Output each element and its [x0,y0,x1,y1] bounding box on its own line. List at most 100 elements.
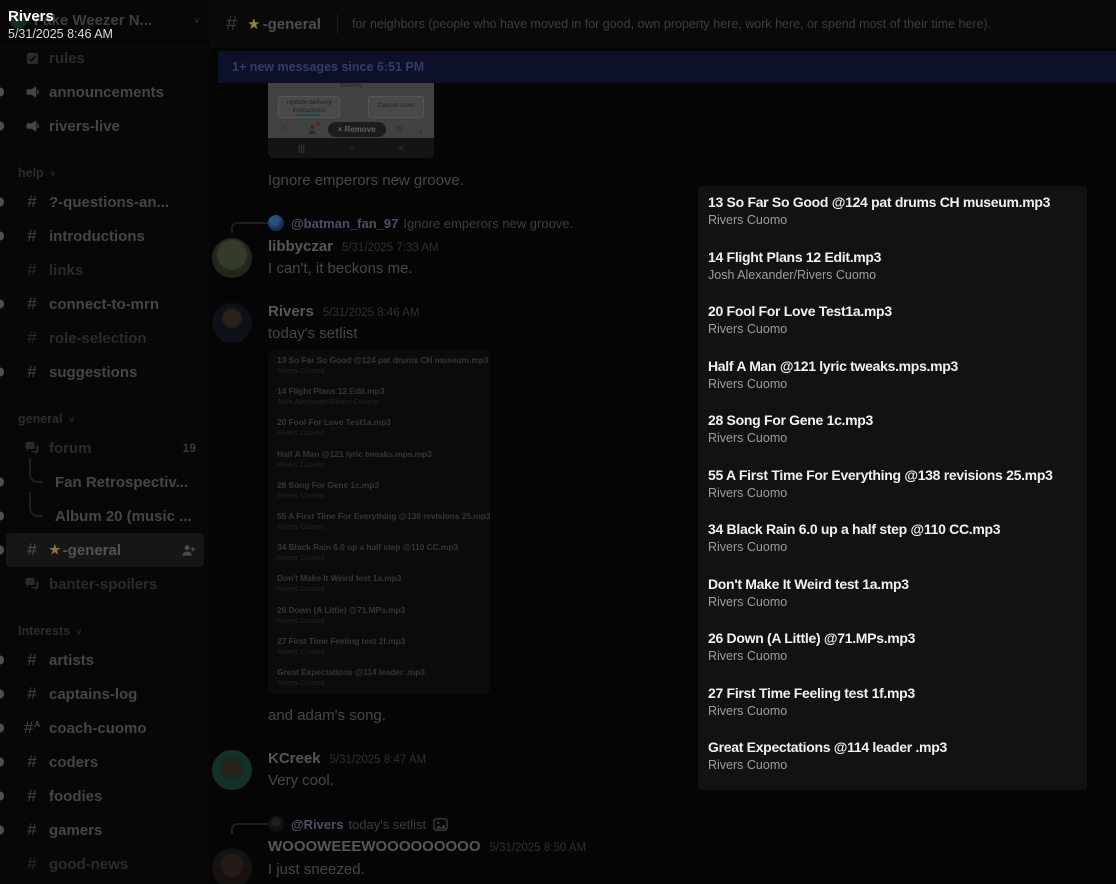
sidebar-item-good-news[interactable]: #good-news [0,847,210,881]
underline [297,114,321,116]
phone-partial-text: delivery [268,82,434,89]
message-header: libbyczar 5/31/2025 7:33 AM [268,238,439,255]
track-artist: Rivers Cuomo [277,491,490,500]
hash-icon: # [22,192,42,212]
megaphone-icon [22,84,42,100]
invite-people-icon[interactable] [181,543,196,558]
username[interactable]: libbyczar [268,238,333,255]
message-text: Ignore emperors new groove. [268,172,464,189]
divider [337,14,338,34]
setlist-track: 20 Fool For Love Test1a.mp3Rivers Cuomo [708,303,1087,358]
recent-apps-icon: ||| [298,143,305,153]
channel-name: artists [49,652,94,669]
avatar[interactable] [212,303,252,343]
sidebar-item-album-20-music[interactable]: Album 20 (music ... [0,499,210,533]
sidebar-item-coders[interactable]: # coders [0,745,210,779]
setlist-track: 13 So Far So Good @124 pat drums CH muse… [277,355,490,386]
setlist-track: 27 First Time Feeling test 1f.mp3Rivers … [277,636,490,667]
timestamp: 5/31/2025 8:47 AM [330,754,427,766]
sidebar-item-role-selection[interactable]: #role-selection [0,321,210,355]
channel-name: links [49,262,83,279]
sidebar-item-announcements[interactable]: announcements [0,75,210,109]
category-general[interactable]: general∨ [0,389,210,431]
reply-context[interactable]: @batman_fan_97 Ignore emperors new groov… [268,214,573,232]
avatar[interactable] [212,238,252,278]
sidebar-item-foodies[interactable]: #foodies [0,779,210,813]
setlist-track: Half A Man @121 lyric tweaks.mps.mp3Rive… [708,358,1087,413]
sidebar-item-banter-spoilers[interactable]: banter-spoilers [0,567,210,601]
hash-icon: # [22,650,42,670]
category-help[interactable]: help∨ [0,143,210,185]
setlist-track: Half A Man @121 lyric tweaks.mps.mp3Rive… [277,449,490,480]
channel-name: banter-spoilers [49,576,157,593]
sidebar-item-gamers[interactable]: #gamers [0,813,210,847]
message-header: WOOOWEEEWOOOOOOOOO 5/31/2025 8:50 AM [268,838,586,855]
setlist-track: 26 Down (A Little) @71.MPs.mp3 Rivers Cuo… [708,630,1087,685]
track-title: 26 Down (A Little) @71.MPs.mp3 [708,630,1087,646]
timestamp: 5/31/2025 8:46 AM [323,307,420,319]
track-title: 34 Black Rain 6.0 up a half step @110 CC… [708,521,1087,537]
hash-icon: # [22,752,42,772]
sidebar-item-suggestions[interactable]: #suggestions [0,355,210,389]
sidebar-item-captains-log[interactable]: #captains-log [0,677,210,711]
username[interactable]: Rivers [268,303,314,320]
attachment-image-phone[interactable]: delivery Update delivery instructions Ca… [268,70,434,158]
new-messages-bar[interactable]: 1+ new messages since 6:51 PM [218,51,1116,83]
track-artist: Rivers Cuomo [708,649,1087,663]
track-artist: Rivers Cuomo [277,678,490,687]
channel-topic[interactable]: for neighbors (people who have moved in … [352,17,991,31]
menu-icon: ≡ [396,122,403,136]
sidebar-item-coach-cuomo[interactable]: #Acoach-cuomo [0,711,210,745]
android-back-icon: < [399,143,404,153]
setlist-track: 34 Black Rain 6.0 up a half step @110 CC… [708,521,1087,576]
username[interactable]: WOOOWEEEWOOOOOOOOO [268,838,481,855]
attachment-image-setlist[interactable]: 13 So Far So Good @124 pat drums CH muse… [268,350,490,694]
forum-count-badge: 19 [183,441,202,455]
chevron-down-icon: ∨ [76,627,82,636]
hash-icon: # [22,294,42,314]
sidebar-item-questions-an[interactable]: # ?-questions-an... [0,185,210,219]
hash-icon: # [22,226,42,246]
track-title: 55 A First Time For Everything @138 revi… [277,511,490,521]
category-label: Interests [18,624,70,638]
track-artist: Rivers Cuomo [277,522,490,531]
sidebar-item-links[interactable]: #links [0,253,210,287]
track-title: Don't Make It Weird test 1a.mp3 [277,573,490,583]
sidebar-item-rivers-live[interactable]: rivers-live [0,109,210,143]
channel-name: Fan Retrospectiv... [55,474,188,491]
track-title: Half A Man @121 lyric tweaks.mps.mp3 [708,358,1087,374]
sidebar-item-introductions[interactable]: #introductions [0,219,210,253]
category-interests[interactable]: Interests ∨ [0,601,210,643]
message-text: Very cool. [268,772,334,789]
hash-icon: # [226,13,237,36]
setlist-track: 28 Song For Gene 1c.mp3Rivers Cuomo [277,480,490,511]
track-artist: Josh Alexander/Rivers Cuomo [708,268,1087,282]
sidebar-item-connect-to-mrn[interactable]: #connect-to-mrn [0,287,210,321]
reply-context[interactable]: @Rivers today's setlist [268,815,448,833]
track-title: 28 Song For Gene 1c.mp3 [277,480,490,490]
track-title: 34 Black Rain 6.0 up a half step @110 CC… [277,542,490,552]
channel-name: coders [49,754,98,771]
chevron-down-icon: ∨ [68,415,74,424]
sidebar-item-rules[interactable]: rules [0,41,210,75]
sidebar-item-artists[interactable]: # artists [0,643,210,677]
message-text: I can't, it beckons me. [268,260,413,277]
track-artist: Rivers Cuomo [708,758,1087,772]
sidebar-item-general[interactable]: #★-general [6,533,204,567]
channel-name: ?-questions-an... [49,194,169,211]
message-text: today's setlist [268,325,358,342]
tooltip-author: Rivers [8,8,113,25]
setlist-track: 14 Flight Plans 12 Edit.mp3Josh Alexande… [277,386,490,417]
reply-username[interactable]: @Rivers [291,817,343,832]
hash-icon: # [22,328,42,348]
username[interactable]: KCreek [268,750,321,767]
reply-username[interactable]: @batman_fan_97 [291,216,398,231]
timestamp: 5/31/2025 8:50 AM [490,842,587,854]
setlist-track: 55 A First Time For Everything @138 revi… [277,511,490,542]
reply-text: Ignore emperors new groove. [403,216,573,231]
avatar[interactable] [212,848,252,884]
setlist-track: Don't Make It Weird test 1a.mp3Rivers Cu… [708,576,1087,631]
avatar[interactable] [212,750,252,790]
channel-name: rivers-live [49,118,120,135]
tooltip-timestamp: 5/31/2025 8:46 AM [8,27,113,41]
